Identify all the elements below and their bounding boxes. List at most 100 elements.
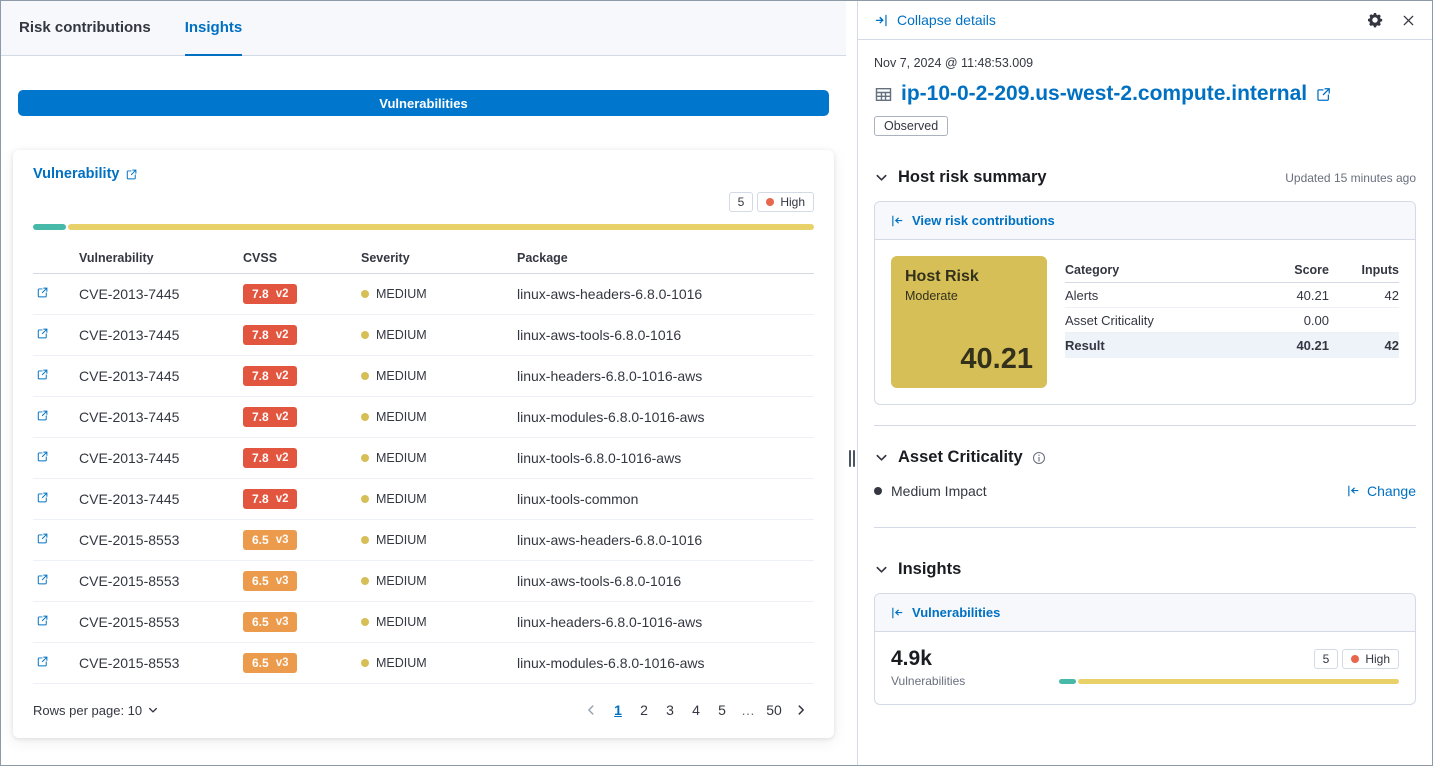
page-button-3[interactable]: 3 [658,698,682,722]
table-row: CVE-2013-7445 7.8v2 MEDIUM linux-tools-6… [33,438,814,479]
impact-level-label: Medium Impact [891,483,987,499]
package-name: linux-modules-6.8.0-1016-aws [517,655,814,671]
open-vulnerability-icon[interactable] [33,286,49,299]
open-vulnerability-icon[interactable] [33,450,49,463]
rows-per-page-label: Rows per page: 10 [33,703,142,718]
bar-segment-low [33,224,66,230]
expand-left-icon [890,214,904,228]
section-title: Insights [898,560,961,579]
category-label: Alerts [1065,288,1243,303]
package-name: linux-headers-6.8.0-1016-aws [517,614,814,630]
vulnerability-link[interactable]: Vulnerability [33,166,138,182]
collapse-arrow-icon [874,13,889,28]
package-name: linux-aws-tools-6.8.0-1016 [517,573,814,589]
vulnerability-id: CVE-2013-7445 [79,450,243,466]
table-footer: Rows per page: 10 1 2 3 4 5 … 50 [33,698,814,722]
table-row: CVE-2013-7445 7.8v2 MEDIUM linux-modules… [33,397,814,438]
change-label: Change [1367,483,1416,499]
chevron-down-icon[interactable] [874,562,889,577]
package-name: linux-tools-common [517,491,814,507]
insights-section-header: Insights [874,560,1416,579]
high-dot-icon [766,198,774,206]
expand-left-icon [1346,484,1360,498]
insights-vulnerabilities-panel: Vulnerabilities 4.9k Vulnerabilities 5 H… [874,593,1416,705]
severity-label: MEDIUM [376,533,427,547]
vulnerability-id: CVE-2013-7445 [79,409,243,425]
table-row: CVE-2013-7445 7.8v2 MEDIUM linux-aws-too… [33,315,814,356]
table-row: CVE-2015-8553 6.5v3 MEDIUM linux-headers… [33,602,814,643]
package-name: linux-modules-6.8.0-1016-aws [517,409,814,425]
chevron-down-icon[interactable] [874,450,889,465]
open-vulnerability-icon[interactable] [33,491,49,504]
chevron-down-icon[interactable] [874,170,889,185]
vulnerability-card: Vulnerability 5 High Vulnerability [13,150,834,738]
cvss-badge: 6.5v3 [243,571,297,591]
open-vulnerability-icon[interactable] [33,409,49,422]
severity-label: MEDIUM [376,287,427,301]
open-host-external-link-icon[interactable] [1315,86,1332,103]
vulnerabilities-count-label: Vulnerabilities [891,674,965,688]
open-vulnerability-icon[interactable] [33,368,49,381]
page-button-1[interactable]: 1 [606,698,630,722]
vulnerability-id: CVE-2013-7445 [79,368,243,384]
open-vulnerability-icon[interactable] [33,573,49,586]
inputs-value: 42 [1329,288,1399,303]
risk-table-header: Category Score Inputs [1065,258,1399,283]
open-vulnerability-icon[interactable] [33,532,49,545]
open-vulnerability-icon[interactable] [33,655,49,668]
score-value: 0.00 [1243,313,1329,328]
view-risk-contributions-link[interactable]: View risk contributions [890,213,1055,228]
vulnerability-id: CVE-2015-8553 [79,614,243,630]
left-panel: Risk contributions Insights Vulnerabilit… [1,1,846,765]
resize-handle[interactable] [849,450,851,467]
left-content: Vulnerabilities Vulnerability 5 High [1,56,846,765]
vulnerabilities-panel-link[interactable]: Vulnerabilities [890,605,1000,620]
package-name: linux-aws-tools-6.8.0-1016 [517,327,814,343]
tab-insights[interactable]: Insights [185,1,243,56]
gear-icon[interactable] [1367,12,1383,28]
page-button-4[interactable]: 4 [684,698,708,722]
info-icon[interactable] [1032,451,1046,465]
page-button-5[interactable]: 5 [710,698,734,722]
collapse-details-button[interactable]: Collapse details [874,12,996,28]
table-row: CVE-2013-7445 7.8v2 MEDIUM linux-tools-c… [33,479,814,520]
open-vulnerability-icon[interactable] [33,614,49,627]
vulnerability-id: CVE-2013-7445 [79,491,243,507]
severity-dot-icon [361,618,369,626]
event-timestamp: Nov 7, 2024 @ 11:48:53.009 [874,56,1416,70]
vulnerabilities-panel-label: Vulnerabilities [912,605,1000,620]
high-severity-badge: High [1342,649,1399,669]
asset-criticality-section-header: Asset Criticality [874,448,1416,467]
severity-label: MEDIUM [376,451,427,465]
page-button-2[interactable]: 2 [632,698,656,722]
cvss-badge: 6.5v3 [243,653,297,673]
updated-timestamp: Updated 15 minutes ago [1285,171,1416,185]
high-dot-icon [1351,655,1359,663]
rows-per-page-select[interactable]: Rows per page: 10 [33,703,159,718]
host-name-link[interactable]: ip-10-0-2-209.us-west-2.compute.internal [901,82,1307,106]
next-page-button[interactable] [788,703,814,717]
insights-panel-body: 4.9k Vulnerabilities 5 High [875,632,1415,704]
severity-distribution-bar [33,224,814,230]
col-header-vulnerability: Vulnerability [79,251,243,265]
insights-panel-header: Vulnerabilities [875,594,1415,632]
page-button-50[interactable]: 50 [762,698,786,722]
severity-label: MEDIUM [376,615,427,629]
asset-criticality-row: Medium Impact Change [874,483,1416,499]
details-flyout: Collapse details Nov 7, 2024 @ 11:48:53.… [857,1,1432,765]
col-header-inputs: Inputs [1329,263,1399,277]
cvss-badge: 7.8v2 [243,489,297,509]
change-criticality-link[interactable]: Change [1346,483,1416,499]
app-window: Risk contributions Insights Vulnerabilit… [0,0,1433,766]
vulnerability-id: CVE-2015-8553 [79,573,243,589]
open-vulnerability-icon[interactable] [33,327,49,340]
col-header-category: Category [1065,263,1243,277]
package-name: linux-headers-6.8.0-1016-aws [517,368,814,384]
severity-dot-icon [361,495,369,503]
tab-risk-contributions[interactable]: Risk contributions [19,1,151,56]
chevron-left-icon [584,703,598,717]
close-icon[interactable] [1401,13,1416,28]
vulnerabilities-button[interactable]: Vulnerabilities [18,90,829,116]
score-value: 40.21 [1243,288,1329,303]
prev-page-button[interactable] [578,703,604,717]
